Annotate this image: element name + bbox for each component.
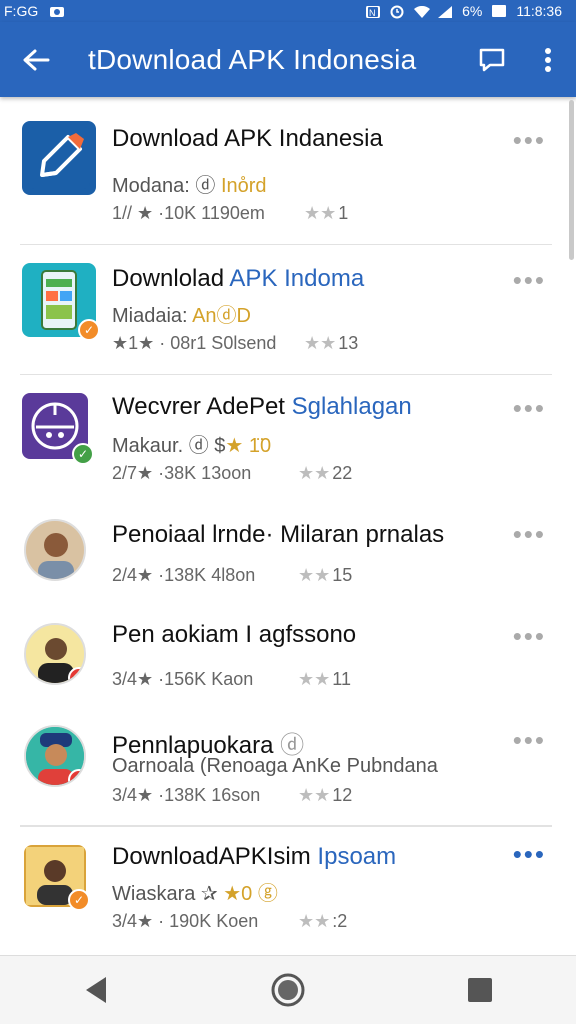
item-meta: 3/4★ · 190K Koen — [112, 911, 259, 931]
star-icon: ★★ — [298, 785, 331, 805]
edit-pencil-icon — [28, 127, 90, 189]
avatar — [24, 519, 86, 581]
list-item[interactable]: ✓ Downlolad APK Indoma Miadaia: AnⓓD ★1★… — [0, 245, 576, 375]
nav-recents-button[interactable] — [440, 960, 520, 1020]
carrier-label: F:GG — [4, 3, 39, 19]
app-icon: ✓ — [22, 263, 100, 341]
item-rating: ★★ 22 — [298, 463, 353, 483]
star-icon: ★★ — [298, 565, 331, 585]
list-item[interactable]: Download APK Indanesia Modana: ⓓ Ino̊rd … — [0, 97, 576, 245]
more-options-button[interactable]: ••• — [513, 267, 546, 293]
item-meta: 3/4★ ·138K 16son — [112, 785, 261, 805]
clock: 11:8:36 — [516, 3, 562, 19]
battery-icon — [492, 5, 507, 17]
scrollbar[interactable] — [569, 100, 574, 260]
list-item[interactable]: ✓ Wecvrer AdePet Sglahlagan Makaur. ⓓ $★… — [0, 375, 576, 499]
list-item[interactable]: ✓ DownloadAPKIsim Ipsoam Wiaskara ✰ ★0 ⓖ… — [0, 825, 576, 955]
star-icon: ★★ — [298, 463, 331, 483]
app-bar: tDownload APK Indonesia — [0, 22, 576, 97]
item-rating: ★★:2 — [298, 911, 348, 931]
list-item[interactable]: ✎ Pen aokiam I agfssono 3/4★ ·156K Kaon … — [0, 601, 576, 715]
comment-icon — [479, 48, 505, 71]
nav-home-button[interactable] — [248, 960, 328, 1020]
more-options-button[interactable]: ••• — [513, 521, 546, 547]
item-meta: 2/7★ ·38K 13oon — [112, 463, 252, 483]
item-title: Penoiaal lrnde· Milaran prnalas — [112, 521, 445, 548]
list-item[interactable]: ✎ Pennlapuokara ⓓ Oarnoala (Renoaga AnKe… — [0, 715, 576, 826]
item-meta: 3/4★ ·156K Kaon — [112, 669, 254, 689]
more-options-button[interactable]: ••• — [513, 623, 546, 649]
item-rating: ★★ 1 — [304, 203, 349, 223]
item-title: Pen aokiam I agfssono — [112, 621, 357, 648]
app-icon: ✓ — [22, 393, 94, 465]
system-nav-bar — [0, 955, 576, 1024]
nfc-icon: N — [366, 5, 381, 19]
item-rating: ★★ 13 — [304, 333, 359, 353]
square-recents-icon — [468, 978, 492, 1002]
nav-back-button[interactable] — [56, 960, 136, 1020]
item-title: Wecvrer AdePet Sglahlagan — [112, 393, 412, 420]
battery-percent: 6% — [462, 3, 483, 19]
alarm-icon — [390, 5, 404, 19]
star-icon: ★★ — [304, 203, 337, 223]
divider — [20, 826, 552, 827]
app-icon — [22, 121, 96, 195]
item-title: DownloadAPKIsim Ipsoam — [112, 843, 397, 870]
page-title: tDownload APK Indonesia — [88, 43, 417, 75]
live-badge-icon: ✎ — [68, 769, 84, 785]
list-item[interactable]: Penoiaal lrnde· Milaran prnalas 2/4★ ·13… — [0, 499, 576, 601]
back-button[interactable] — [0, 22, 72, 97]
item-meta: 1// ★ ·10K 1190em — [112, 203, 265, 223]
status-bar: F:GG N 6% 11:8:36 — [0, 0, 576, 22]
live-badge-icon: ✎ — [68, 667, 84, 683]
person-avatar-icon — [26, 521, 84, 579]
star-icon: ★★ — [298, 911, 331, 931]
avatar: ✎ — [24, 623, 86, 685]
item-subtitle: Wiaskara ✰ ★0 ⓖ — [112, 883, 278, 905]
star-icon: ★★ — [304, 333, 337, 353]
circle-home-icon — [271, 973, 305, 1007]
verified-badge-icon: ✓ — [68, 889, 90, 911]
svg-text:N: N — [369, 8, 376, 18]
item-rating: ★★ 15 — [298, 565, 353, 585]
item-subtitle: Modana: ⓓ Ino̊rd — [112, 175, 267, 197]
item-rating: ★★ 12 — [298, 785, 353, 805]
overflow-menu-button[interactable] — [520, 22, 576, 97]
arrow-left-icon — [23, 49, 50, 70]
more-options-button[interactable]: ••• — [513, 727, 546, 753]
more-options-button[interactable]: ••• — [513, 841, 546, 867]
item-subtitle: Miadaia: AnⓓD — [112, 305, 251, 327]
more-options-button[interactable]: ••• — [513, 395, 546, 421]
item-rating: ★★ 11 — [298, 669, 351, 689]
notification-icon — [50, 5, 65, 17]
item-title: Downlolad APK Indoma — [112, 265, 365, 292]
item-meta: 2/4★ ·138K 4l8on — [112, 565, 256, 585]
more-options-button[interactable]: ••• — [513, 127, 546, 153]
star-icon: ★★ — [298, 669, 331, 689]
avatar: ✓ — [24, 845, 90, 911]
verified-badge-icon: ✓ — [78, 319, 100, 341]
signal-icon — [438, 5, 453, 18]
item-meta: ★1★ · 08r1 S0lsend — [112, 333, 277, 353]
item-subtitle: Makaur. ⓓ $★ 1̈0 — [112, 435, 272, 457]
avatar: ✎ — [24, 725, 86, 787]
comment-button[interactable] — [464, 22, 520, 97]
item-title: Download APK Indanesia — [112, 125, 383, 152]
verified-badge-icon: ✓ — [72, 443, 94, 465]
triangle-back-icon — [86, 977, 106, 1003]
more-vert-icon — [545, 47, 551, 72]
item-subtitle: Oarnoala (Renoaga AnKe Pubndana — [112, 755, 438, 777]
wifi-icon — [414, 5, 431, 19]
app-list: Download APK Indanesia Modana: ⓓ Ino̊rd … — [0, 97, 576, 955]
